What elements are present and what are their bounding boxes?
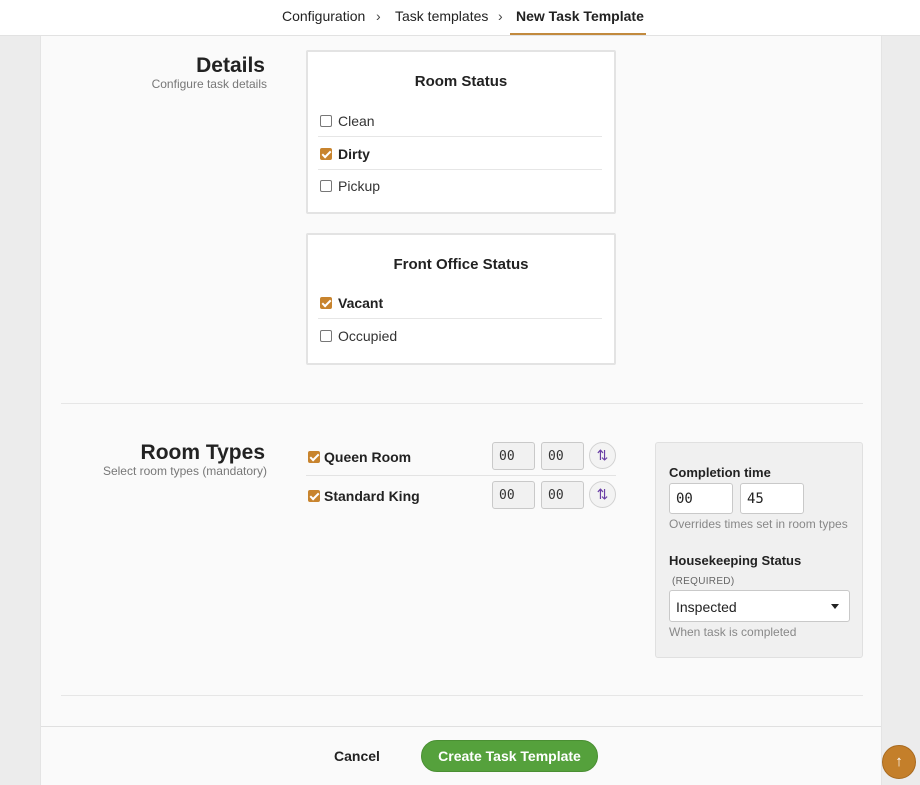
room-status-card: Room Status Clean Dirty Pickup bbox=[306, 50, 616, 214]
sort-arrows-icon[interactable]: ⇅ bbox=[589, 481, 616, 508]
breadcrumb-separator: › bbox=[376, 8, 381, 24]
checkbox[interactable] bbox=[320, 180, 332, 192]
front-office-status-card: Front Office Status Vacant Occupied bbox=[306, 233, 616, 365]
room-type-label: Standard King bbox=[324, 488, 420, 504]
checkbox-checked[interactable] bbox=[320, 148, 332, 160]
room-status-option-pickup[interactable]: Pickup bbox=[318, 170, 602, 202]
active-tab-indicator bbox=[510, 33, 646, 35]
create-task-template-button[interactable]: Create Task Template bbox=[421, 740, 598, 772]
sort-arrows-icon[interactable]: ⇅ bbox=[589, 442, 616, 469]
form-panel: Details Configure task details Room Stat… bbox=[40, 36, 882, 785]
required-label: (REQUIRED) bbox=[672, 576, 735, 587]
checkbox[interactable] bbox=[320, 115, 332, 127]
option-label: Pickup bbox=[338, 178, 381, 194]
option-label: Clean bbox=[338, 113, 375, 129]
room-type-hours-input[interactable]: 00 bbox=[492, 481, 535, 509]
section-divider bbox=[61, 695, 863, 696]
room-type-label: Queen Room bbox=[324, 449, 412, 465]
room-status-option-clean[interactable]: Clean bbox=[318, 105, 602, 137]
cancel-button[interactable]: Cancel bbox=[334, 748, 380, 764]
breadcrumb: Configuration › Task templates › New Tas… bbox=[0, 0, 920, 36]
room-type-row-standard-king: Standard King 00 00 ⇅ bbox=[306, 477, 616, 515]
completion-panel: Completion time 00 45 Overrides times se… bbox=[655, 442, 863, 658]
completion-minutes-input[interactable]: 45 bbox=[740, 483, 804, 514]
form-footer: Cancel Create Task Template bbox=[41, 726, 881, 785]
breadcrumb-separator: › bbox=[498, 8, 503, 24]
breadcrumb-task-templates[interactable]: Task templates bbox=[395, 8, 488, 24]
option-label: Vacant bbox=[338, 295, 384, 311]
breadcrumb-configuration[interactable]: Configuration bbox=[282, 8, 365, 24]
checkbox[interactable] bbox=[320, 330, 332, 342]
room-types-subtitle: Select room types (mandatory) bbox=[102, 464, 267, 478]
housekeeping-help-text: When task is completed bbox=[669, 625, 797, 639]
checkbox-checked[interactable] bbox=[308, 451, 320, 463]
checkbox-checked[interactable] bbox=[308, 490, 320, 502]
room-types-title: Room Types bbox=[140, 441, 265, 464]
completion-hours-input[interactable]: 00 bbox=[669, 483, 733, 514]
select-value: Inspected bbox=[676, 599, 737, 615]
room-type-row-queen: Queen Room 00 00 ⇅ bbox=[306, 438, 616, 476]
arrow-up-icon[interactable]: ↑ bbox=[882, 745, 916, 779]
front-office-option-vacant[interactable]: Vacant bbox=[318, 287, 602, 319]
breadcrumb-current: New Task Template bbox=[516, 8, 644, 24]
option-label: Occupied bbox=[338, 328, 398, 344]
front-office-status-title: Front Office Status bbox=[393, 256, 529, 273]
room-status-title: Room Status bbox=[414, 73, 508, 90]
checkbox-checked[interactable] bbox=[320, 297, 332, 309]
room-type-minutes-input[interactable]: 00 bbox=[541, 481, 584, 509]
section-divider bbox=[61, 403, 863, 404]
room-type-hours-input[interactable]: 00 bbox=[492, 442, 535, 470]
completion-time-title: Completion time bbox=[669, 465, 771, 480]
housekeeping-status-title: Housekeeping Status bbox=[669, 553, 802, 568]
room-type-minutes-input[interactable]: 00 bbox=[541, 442, 584, 470]
details-subtitle: Configure task details bbox=[151, 77, 267, 91]
housekeeping-status-select[interactable]: Inspected bbox=[669, 590, 850, 622]
caret-down-icon bbox=[831, 604, 839, 609]
details-title: Details bbox=[196, 54, 265, 77]
option-label: Dirty bbox=[338, 146, 370, 162]
room-status-option-dirty[interactable]: Dirty bbox=[318, 138, 602, 170]
front-office-option-occupied[interactable]: Occupied bbox=[318, 320, 602, 352]
completion-help-text: Overrides times set in room types bbox=[669, 517, 848, 531]
